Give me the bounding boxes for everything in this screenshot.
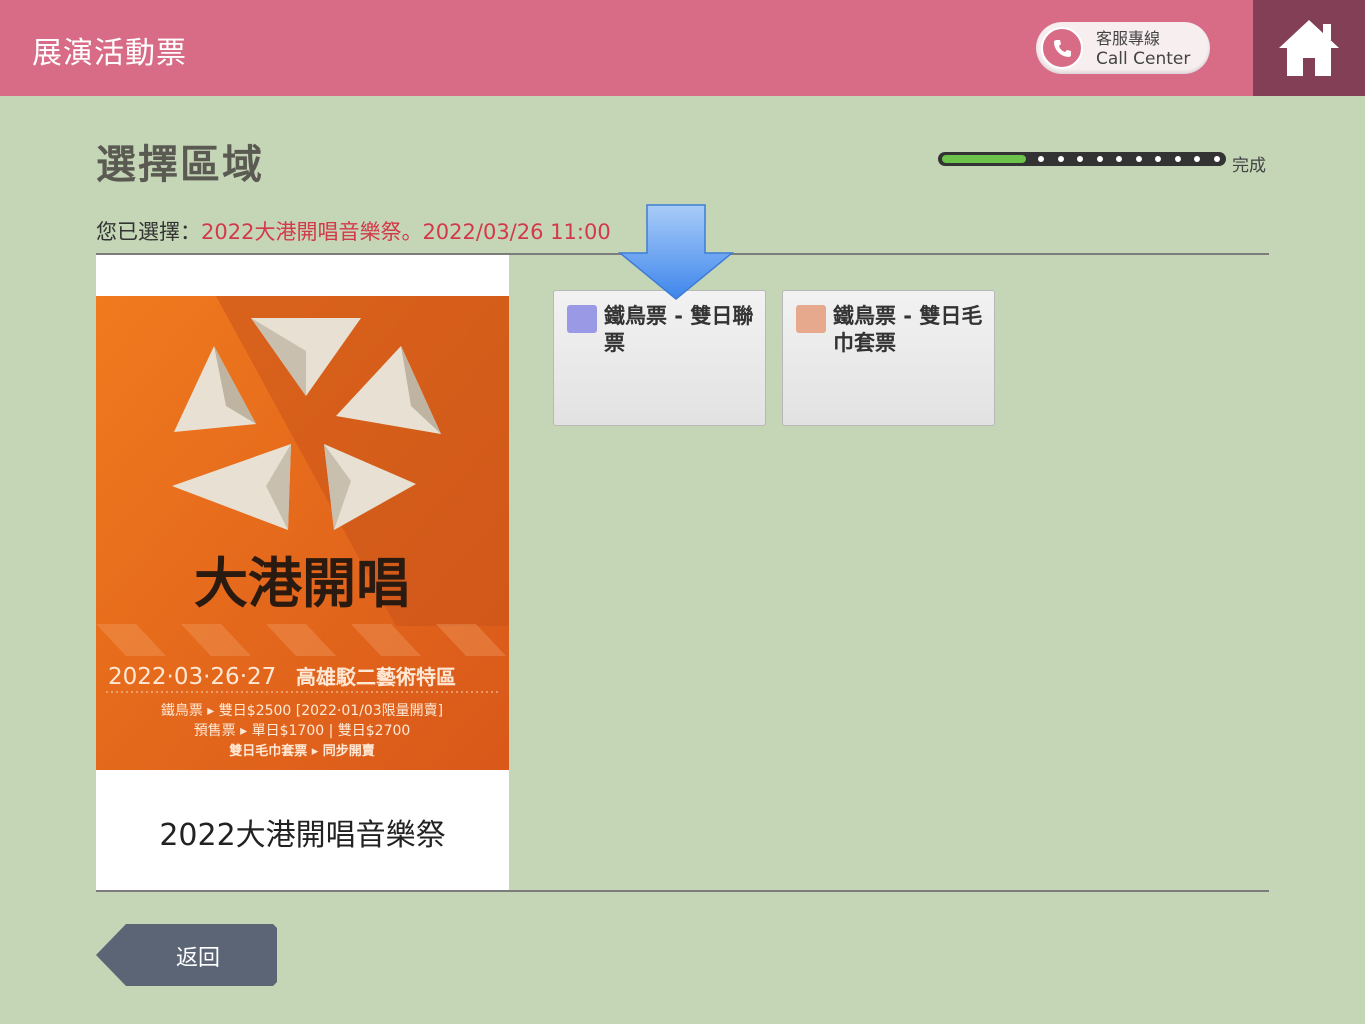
progress-step-dot bbox=[1116, 156, 1122, 162]
divider-bottom bbox=[96, 890, 1269, 892]
progress-step-dot bbox=[1097, 156, 1103, 162]
poster-date: 2022·03·26‧27 bbox=[108, 664, 276, 690]
poster-line-2: 預售票 ▸ 單日$1700 | 雙日$2700 bbox=[194, 723, 411, 739]
progress-step-dot bbox=[1214, 156, 1220, 162]
poster-title: 大港開唱 bbox=[194, 552, 410, 615]
call-center-label-zh: 客服專線 bbox=[1096, 29, 1161, 48]
progress-step-dot bbox=[1155, 156, 1161, 162]
poster-line-3: 雙日毛巾套票 ▸ 同步開賣 bbox=[229, 743, 376, 759]
call-center-label-en: Call Center bbox=[1096, 49, 1191, 69]
home-button[interactable] bbox=[1253, 0, 1365, 96]
ticket-name: 鐵鳥票 - 雙日毛巾套票 bbox=[833, 304, 983, 355]
progress-label: 完成 bbox=[1232, 156, 1266, 176]
arrow-down-icon bbox=[617, 203, 735, 305]
event-poster: 大港開唱 2022·03·26‧27 高雄駁二藝術特區 鐵鳥票 ▸ 雙日$250… bbox=[96, 296, 509, 770]
progress-step-dot bbox=[1077, 156, 1083, 162]
event-card: 大港開唱 2022·03·26‧27 高雄駁二藝術特區 鐵鳥票 ▸ 雙日$250… bbox=[96, 255, 509, 890]
back-button-label: 返回 bbox=[176, 946, 221, 971]
ticket-option-bird-joint[interactable]: 鐵鳥票 - 雙日聯票 bbox=[553, 290, 766, 426]
progress-step-dot bbox=[1175, 156, 1181, 162]
ticket-color-swatch bbox=[567, 305, 597, 333]
call-center-button[interactable]: 客服專線 Call Center bbox=[1036, 22, 1210, 74]
selection-summary: 您已選擇：2022大港開唱音樂祭。2022/03/26 11:00 bbox=[96, 216, 611, 246]
home-icon bbox=[1279, 20, 1339, 76]
page-title: 選擇區域 bbox=[96, 142, 264, 188]
header-title: 展演活動票 bbox=[32, 36, 187, 71]
progress-step-dot bbox=[1194, 156, 1200, 162]
ticket-name: 鐵鳥票 - 雙日聯票 bbox=[604, 304, 754, 355]
poster-line-1: 鐵鳥票 ▸ 雙日$2500 [2022·01/03限量開賣] bbox=[161, 702, 443, 719]
selection-prefix: 您已選擇： bbox=[96, 220, 201, 244]
poster-venue: 高雄駁二藝術特區 bbox=[296, 665, 456, 689]
ticket-color-swatch bbox=[796, 305, 826, 333]
progress-bar bbox=[938, 152, 1228, 168]
ticket-option-bird-towel[interactable]: 鐵鳥票 - 雙日毛巾套票 bbox=[782, 290, 995, 426]
back-button[interactable]: 返回 bbox=[96, 923, 277, 987]
progress-step-dot bbox=[1058, 156, 1064, 162]
progress-step-dot bbox=[1136, 156, 1142, 162]
header-bar: 展演活動票 客服專線 Call Center bbox=[0, 0, 1365, 96]
event-name: 2022大港開唱音樂祭 bbox=[159, 818, 446, 853]
phone-icon bbox=[1041, 27, 1083, 69]
selection-value: 2022大港開唱音樂祭。2022/03/26 11:00 bbox=[201, 220, 611, 244]
progress-step-dot bbox=[1038, 156, 1044, 162]
